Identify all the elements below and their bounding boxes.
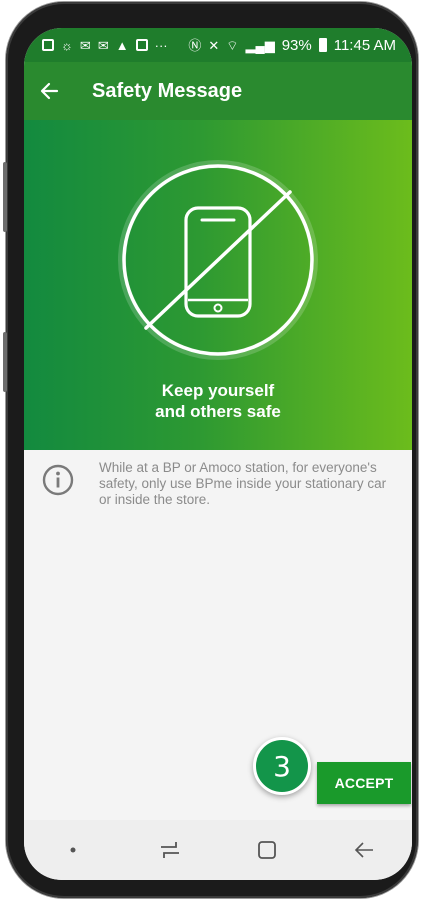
- gmail-icon: ✉: [97, 37, 109, 53]
- battery-percent: 93%: [281, 36, 312, 54]
- dot-icon: [70, 847, 75, 853]
- battery-icon: [318, 38, 327, 52]
- hero-message: Keep yourself and others safe: [155, 380, 281, 422]
- back-button[interactable]: [24, 62, 74, 120]
- gmail-icon: ✉: [79, 37, 91, 53]
- signal-icon: ▂▄▆: [245, 37, 275, 53]
- screenshot-icon: [42, 39, 54, 51]
- safety-info-text: While at a BP or Amoco station, for ever…: [99, 460, 387, 507]
- safety-hero: Keep yourself and others safe: [24, 120, 412, 450]
- more-notifications-icon: ···: [154, 37, 168, 53]
- hero-line-2: and others safe: [155, 402, 281, 421]
- screen: ☼ ✉ ✉ ▲ ··· Ⓝ ✕ ⌔ ▂▄▆ 93% 11:45 AM Safet…: [24, 28, 412, 880]
- bixby-button: [3, 332, 7, 392]
- back-arrow-icon: [354, 842, 373, 858]
- page-title: Safety Message: [92, 79, 243, 102]
- no-phone-icon: [118, 160, 318, 360]
- volume-button: [3, 162, 7, 232]
- wifi-icon: ⌔: [226, 37, 239, 53]
- home-button[interactable]: [247, 830, 287, 870]
- nfc-icon: Ⓝ: [188, 37, 202, 53]
- system-icons: Ⓝ ✕ ⌔ ▂▄▆ 93% 11:45 AM: [188, 37, 396, 54]
- info-icon: [42, 464, 74, 496]
- hero-line-1: Keep yourself: [161, 381, 275, 400]
- weather-icon: ☼: [61, 37, 73, 53]
- arrow-left-icon: [40, 82, 59, 100]
- gallery-icon: [135, 39, 148, 51]
- clock: 11:45 AM: [333, 36, 396, 54]
- notification-icons: ☼ ✉ ✉ ▲ ···: [42, 39, 168, 52]
- safety-info: While at a BP or Amoco station, for ever…: [24, 450, 412, 508]
- recent-apps-button[interactable]: [150, 830, 190, 870]
- alert-icon: ▲: [115, 37, 129, 53]
- nav-dot-button[interactable]: [53, 830, 93, 870]
- mute-icon: ✕: [208, 37, 220, 53]
- app-bar: Safety Message: [24, 62, 412, 120]
- phone-frame: ☼ ✉ ✉ ▲ ··· Ⓝ ✕ ⌔ ▂▄▆ 93% 11:45 AM Safet…: [3, 2, 418, 898]
- recent-apps-icon: [160, 842, 179, 858]
- navigation-bar: [24, 820, 412, 880]
- status-bar: ☼ ✉ ✉ ▲ ··· Ⓝ ✕ ⌔ ▂▄▆ 93% 11:45 AM: [24, 28, 412, 62]
- home-icon: [257, 841, 276, 859]
- step-number-badge: 3: [253, 737, 311, 795]
- nav-back-button[interactable]: [344, 830, 384, 870]
- accept-button[interactable]: ACCEPT: [317, 762, 411, 804]
